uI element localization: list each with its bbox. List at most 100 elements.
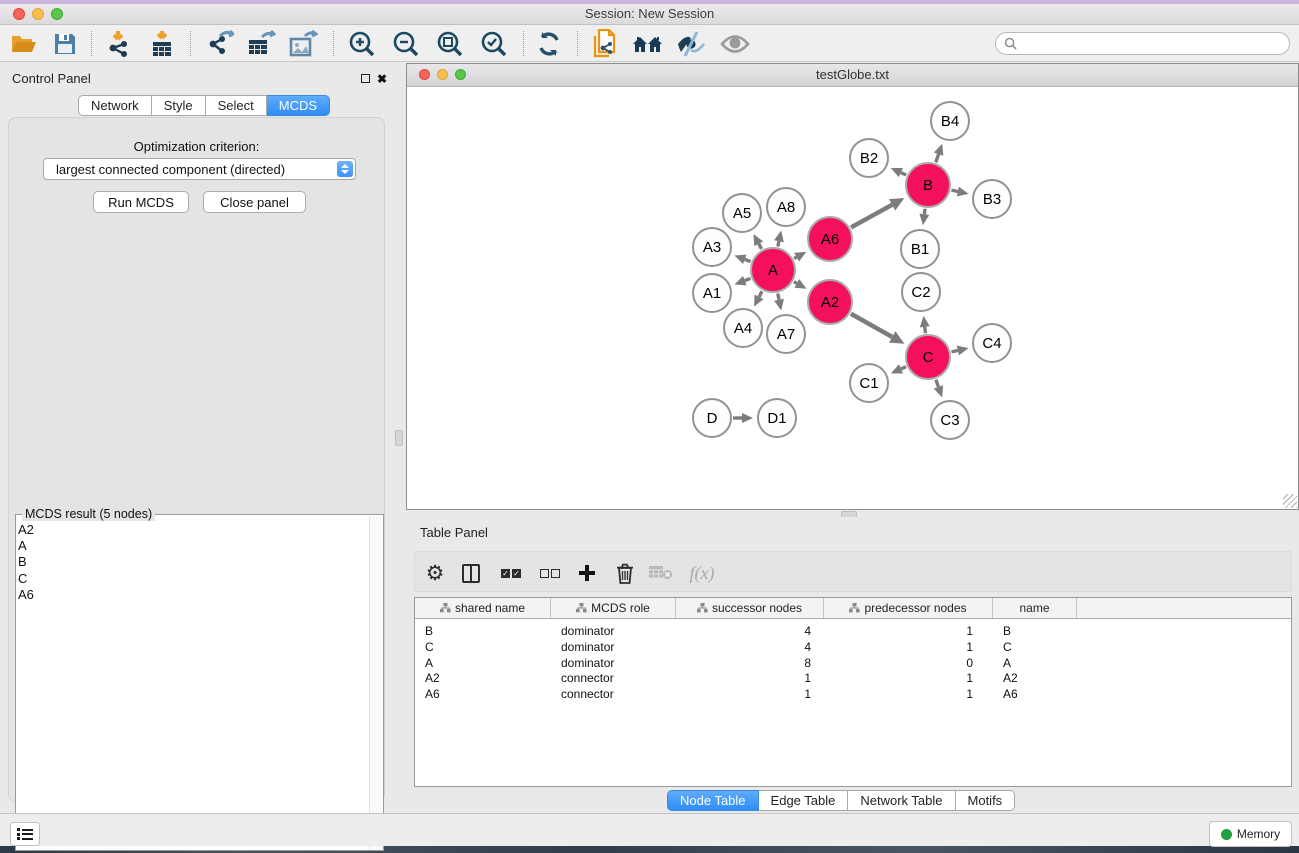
table-cell[interactable]: dominator	[561, 639, 676, 655]
graph-edge-A2-C[interactable]	[851, 314, 892, 337]
minimize-network-button[interactable]	[437, 69, 448, 80]
table-cell[interactable]: A6	[425, 686, 551, 702]
table-cell[interactable]: dominator	[561, 623, 676, 639]
save-session-icon[interactable]	[49, 28, 81, 60]
graph-edge-A-A2[interactable]	[794, 282, 797, 284]
table-cell[interactable]: connector	[561, 686, 676, 702]
mcds-result-item[interactable]: C	[18, 571, 34, 587]
graph-node-B1[interactable]: B1	[900, 229, 940, 269]
export-image-icon[interactable]	[287, 28, 319, 60]
optimization-criterion-select[interactable]: largest connected component (directed)	[43, 158, 356, 180]
column-header-predecessor-nodes[interactable]: predecessor nodes	[824, 598, 993, 618]
graph-edge-A6-B[interactable]	[851, 205, 892, 228]
table-cell[interactable]: 1	[824, 686, 973, 702]
graph-node-B[interactable]: B	[905, 162, 951, 208]
graph-edge-B-B1[interactable]	[924, 209, 925, 214]
window-resize-grip[interactable]	[1283, 494, 1297, 508]
table-cell[interactable]: A2	[425, 670, 551, 686]
tab-node-table[interactable]: Node Table	[667, 790, 759, 811]
close-panel-icon[interactable]: ✖	[377, 73, 387, 85]
tab-motifs[interactable]: Motifs	[956, 790, 1016, 811]
export-network-icon[interactable]	[204, 28, 236, 60]
table-cell[interactable]: 8	[676, 655, 811, 671]
float-panel-icon[interactable]	[361, 74, 370, 83]
graph-edge-A-A1[interactable]	[745, 278, 751, 280]
network-canvas[interactable]: B4B2BB3A8A5A6A3B1AC2A1A2A4A7C4CC1C3DD1	[407, 87, 1298, 509]
memory-button[interactable]: Memory	[1209, 821, 1292, 847]
maximize-network-button[interactable]	[455, 69, 466, 80]
vertical-splitter-handle[interactable]	[395, 430, 403, 446]
table-cell[interactable]: 1	[676, 670, 811, 686]
table-cell[interactable]: B	[425, 623, 551, 639]
graph-node-C1[interactable]: C1	[849, 363, 889, 403]
graph-node-A7[interactable]: A7	[766, 314, 806, 354]
graph-edge-A-A5[interactable]	[759, 244, 762, 249]
graph-edge-B-B4[interactable]	[936, 154, 939, 162]
tab-mcds[interactable]: MCDS	[267, 95, 330, 116]
table-cell[interactable]: 1	[824, 639, 973, 655]
search-input[interactable]	[1021, 37, 1289, 51]
graph-edge-B-B2[interactable]	[901, 173, 906, 175]
table-cell[interactable]: 4	[676, 639, 811, 655]
node-table[interactable]: shared nameMCDS rolesuccessor nodesprede…	[414, 597, 1292, 787]
export-table-icon[interactable]	[245, 28, 277, 60]
maximize-window-button[interactable]	[51, 8, 63, 20]
show-columns-icon[interactable]: ✓✓	[496, 558, 526, 588]
table-cell[interactable]: 0	[824, 655, 973, 671]
graph-node-D[interactable]: D	[692, 398, 732, 438]
tab-edge-table[interactable]: Edge Table	[759, 790, 849, 811]
table-cell[interactable]: C	[425, 639, 551, 655]
run-mcds-button[interactable]: Run MCDS	[93, 191, 189, 213]
graph-edge-C-C4[interactable]	[951, 350, 957, 351]
graph-edge-A-A7[interactable]	[778, 294, 779, 300]
graph-node-A3[interactable]: A3	[692, 227, 732, 267]
graph-edge-A-A4[interactable]	[759, 291, 762, 297]
table-cell[interactable]: dominator	[561, 655, 676, 671]
graph-node-C3[interactable]: C3	[930, 400, 970, 440]
column-header-name[interactable]: name	[993, 598, 1077, 618]
graph-node-B4[interactable]: B4	[930, 101, 970, 141]
tab-network-table[interactable]: Network Table	[848, 790, 955, 811]
tab-network[interactable]: Network	[78, 95, 152, 116]
table-cell[interactable]: 1	[824, 623, 973, 639]
task-history-button[interactable]	[10, 822, 40, 846]
mcds-result-scrollbar[interactable]	[369, 516, 382, 850]
graph-node-D1[interactable]: D1	[757, 398, 797, 438]
tab-style[interactable]: Style	[152, 95, 206, 116]
graph-node-A1[interactable]: A1	[692, 273, 732, 313]
close-window-button[interactable]	[13, 8, 25, 20]
graph-edge-B-B3[interactable]	[951, 190, 957, 191]
minimize-window-button[interactable]	[32, 8, 44, 20]
zoom-out-icon[interactable]	[390, 28, 422, 60]
graph-edge-A-A8[interactable]	[778, 241, 779, 246]
mcds-result-item[interactable]: A2	[18, 522, 34, 538]
table-settings-icon[interactable]: ⚙	[420, 558, 450, 588]
network-window-titlebar[interactable]: testGlobe.txt	[407, 64, 1298, 87]
graph-node-A8[interactable]: A8	[766, 187, 806, 227]
import-network-icon[interactable]	[103, 28, 135, 60]
columns-icon[interactable]	[456, 558, 486, 588]
graph-node-C2[interactable]: C2	[901, 272, 941, 312]
graph-node-A6[interactable]: A6	[807, 216, 853, 262]
graph-node-B2[interactable]: B2	[849, 138, 889, 178]
column-header-MCDS-role[interactable]: MCDS role	[551, 598, 676, 618]
import-table-icon[interactable]	[146, 28, 178, 60]
refresh-icon[interactable]	[533, 28, 565, 60]
mcds-result-item[interactable]: A6	[18, 587, 34, 603]
open-file-icon[interactable]	[8, 28, 40, 60]
mcds-result-list[interactable]: A2ABCA6	[18, 522, 34, 603]
graph-node-A4[interactable]: A4	[723, 308, 763, 348]
zoom-in-icon[interactable]	[346, 28, 378, 60]
column-header-shared-name[interactable]: shared name	[415, 598, 551, 618]
table-cell[interactable]: A2	[1003, 670, 1077, 686]
table-cell[interactable]: connector	[561, 670, 676, 686]
mcds-result-item[interactable]: A	[18, 538, 34, 554]
table-cell[interactable]: C	[1003, 639, 1077, 655]
add-column-icon[interactable]	[572, 558, 602, 588]
graph-node-B3[interactable]: B3	[972, 179, 1012, 219]
graph-edge-C-C3[interactable]	[936, 380, 939, 387]
column-header-successor-nodes[interactable]: successor nodes	[676, 598, 824, 618]
zoom-selected-icon[interactable]	[478, 28, 510, 60]
close-panel-button[interactable]: Close panel	[203, 191, 306, 213]
function-builder-icon[interactable]: f(x)	[687, 558, 717, 588]
